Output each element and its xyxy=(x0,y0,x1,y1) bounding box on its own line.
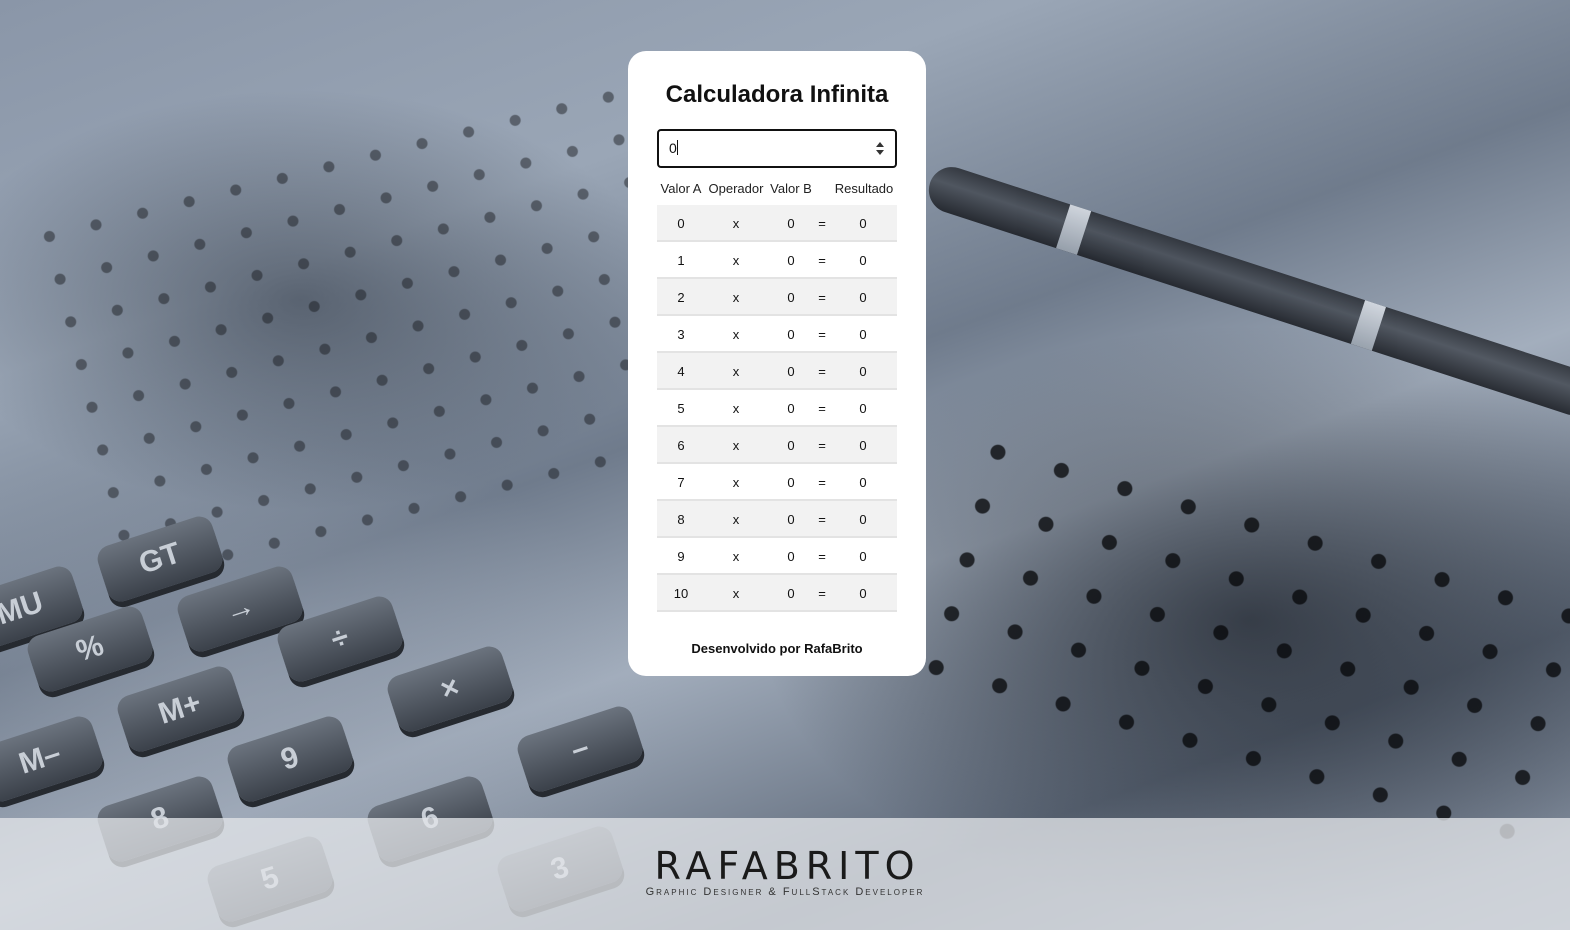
cell-valor-b: 0 xyxy=(787,475,795,490)
cell-resultado: 0 xyxy=(859,290,867,305)
cell-equals: = xyxy=(818,327,826,342)
cell-valor-b: 0 xyxy=(787,512,795,527)
cell-valor-b: 0 xyxy=(787,586,795,601)
table-row: 9 x 0 = 0 xyxy=(657,538,897,575)
cell-valor-a: 10 xyxy=(673,586,689,601)
bg-key: – xyxy=(513,702,647,796)
logo-wordmark: RAFABRITO xyxy=(654,844,921,888)
table-row: 0 x 0 = 0 xyxy=(657,205,897,242)
cell-valor-a: 3 xyxy=(677,327,685,342)
table-row: 5 x 0 = 0 xyxy=(657,390,897,427)
cell-resultado: 0 xyxy=(859,253,867,268)
cell-operador: x xyxy=(732,586,740,601)
cell-valor-a: 0 xyxy=(677,216,685,231)
number-spinner[interactable] xyxy=(875,141,885,157)
spin-down-icon[interactable] xyxy=(876,150,884,155)
table-row: 2 x 0 = 0 xyxy=(657,279,897,316)
table-row: 8 x 0 = 0 xyxy=(657,501,897,538)
table-row: 4 x 0 = 0 xyxy=(657,353,897,390)
page-title: Calculadora Infinita xyxy=(665,81,889,108)
cell-operador: x xyxy=(732,438,740,453)
cell-resultado: 0 xyxy=(859,401,867,416)
text-caret xyxy=(676,140,678,155)
cell-valor-b: 0 xyxy=(787,549,795,564)
cell-valor-a: 9 xyxy=(677,549,685,564)
cell-equals: = xyxy=(818,290,826,305)
cell-valor-a: 6 xyxy=(677,438,685,453)
bg-key: × xyxy=(383,642,517,736)
cell-operador: x xyxy=(732,216,740,231)
logo-tagline: Graphic Designer & FullStack Developer xyxy=(645,886,925,898)
cell-resultado: 0 xyxy=(859,438,867,453)
bg-key: 9 xyxy=(223,712,357,806)
cell-resultado: 0 xyxy=(859,586,867,601)
cell-equals: = xyxy=(818,401,826,416)
cell-resultado: 0 xyxy=(859,512,867,527)
cell-resultado: 0 xyxy=(859,475,867,490)
table-header: Valor A Operador Valor B Resultado xyxy=(657,175,897,205)
background-notebook-texture-right xyxy=(891,416,1570,884)
table-row: 3 x 0 = 0 xyxy=(657,316,897,353)
cell-valor-a: 1 xyxy=(677,253,685,268)
cell-resultado: 0 xyxy=(859,549,867,564)
cell-valor-a: 2 xyxy=(677,290,685,305)
cell-valor-b: 0 xyxy=(787,216,795,231)
cell-equals: = xyxy=(818,253,826,268)
cell-resultado: 0 xyxy=(859,327,867,342)
cell-operador: x xyxy=(732,475,740,490)
table-row: 10 x 0 = 0 xyxy=(657,575,897,612)
number-input-value[interactable]: 0 xyxy=(669,140,678,156)
cell-equals: = xyxy=(818,216,826,231)
cell-equals: = xyxy=(818,549,826,564)
cell-equals: = xyxy=(818,364,826,379)
cell-valor-b: 0 xyxy=(787,327,795,342)
cell-valor-b: 0 xyxy=(787,364,795,379)
cell-valor-b: 0 xyxy=(787,253,795,268)
cell-valor-b: 0 xyxy=(787,290,795,305)
cell-valor-a: 5 xyxy=(677,401,685,416)
header-operador: Operador xyxy=(708,181,764,196)
header-resultado: Resultado xyxy=(834,181,894,196)
cell-equals: = xyxy=(818,475,826,490)
cell-operador: x xyxy=(732,327,740,342)
credit-text: Desenvolvido por RafaBrito xyxy=(691,641,863,656)
cell-operador: x xyxy=(732,549,740,564)
table-row: 1 x 0 = 0 xyxy=(657,242,897,279)
header-valor-a: Valor A xyxy=(660,181,702,196)
cell-operador: x xyxy=(732,290,740,305)
calculator-card: Calculadora Infinita 0 Valor A Operador … xyxy=(628,51,926,676)
cell-operador: x xyxy=(732,253,740,268)
bg-key: M– xyxy=(0,712,107,806)
cell-valor-b: 0 xyxy=(787,438,795,453)
multiplication-table: Valor A Operador Valor B Resultado 0 x 0 = 0… xyxy=(657,175,897,612)
cell-operador: x xyxy=(732,401,740,416)
footer-logo: RAFABRITO Graphic Designer & FullStack D… xyxy=(0,846,1570,898)
background-pen xyxy=(922,161,1570,422)
cell-operador: x xyxy=(732,512,740,527)
cell-resultado: 0 xyxy=(859,364,867,379)
cell-valor-a: 4 xyxy=(677,364,685,379)
number-input[interactable]: 0 xyxy=(657,129,897,168)
table-row: 7 x 0 = 0 xyxy=(657,464,897,501)
cell-equals: = xyxy=(818,586,826,601)
cell-operador: x xyxy=(732,364,740,379)
header-valor-b: Valor B xyxy=(770,181,812,196)
bg-key: M+ xyxy=(113,662,247,756)
cell-valor-b: 0 xyxy=(787,401,795,416)
cell-equals: = xyxy=(818,438,826,453)
cell-equals: = xyxy=(818,512,826,527)
cell-resultado: 0 xyxy=(859,216,867,231)
table-body: 0 x 0 = 0 1 x 0 = 0 2 x 0 = 0 3 x 0 = 0 4 x 0 = 0 5 x 0 = 0 6 x 0 = 0 7 x 0 = 0… xyxy=(657,205,897,612)
cell-valor-a: 7 xyxy=(677,475,685,490)
spin-up-icon[interactable] xyxy=(876,142,884,147)
table-row: 6 x 0 = 0 xyxy=(657,427,897,464)
cell-valor-a: 8 xyxy=(677,512,685,527)
